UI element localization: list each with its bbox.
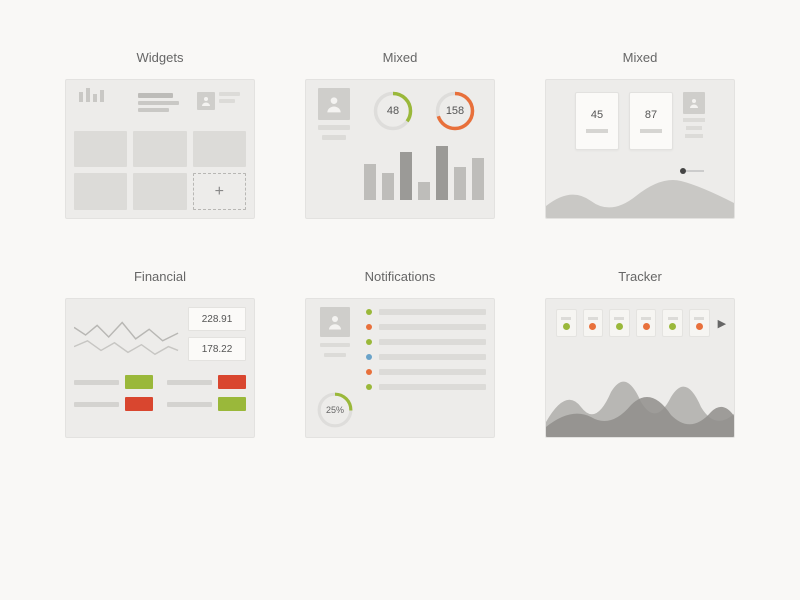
badge (609, 309, 630, 337)
cell-financial: Financial 228.91 178.22 (60, 269, 260, 438)
title-mixed-2: Mixed (623, 50, 658, 65)
badge (556, 309, 577, 337)
profile-panel (314, 88, 354, 210)
add-widget-button[interactable]: + (193, 173, 246, 210)
list-item (366, 369, 486, 375)
card-mixed-2[interactable]: 45 87 (545, 79, 735, 219)
data-point-icon (680, 168, 686, 174)
cell-mixed-1: Mixed 48 158 (300, 50, 500, 219)
value-a: 228.91 (188, 307, 246, 331)
widget-placeholder (74, 173, 127, 210)
list-item (366, 309, 486, 315)
stat-a-value: 45 (591, 109, 603, 121)
badge (583, 309, 604, 337)
person-icon (683, 92, 705, 114)
chip-green (125, 375, 153, 389)
person-icon (197, 92, 215, 110)
profile-mini (683, 92, 705, 150)
line-chart (74, 307, 180, 365)
widget-profile (193, 88, 246, 125)
person-icon (318, 88, 350, 120)
gauge-value: 25% (316, 391, 354, 429)
template-grid: Widgets (60, 50, 740, 438)
widget-placeholder (133, 173, 186, 210)
list-item (366, 354, 486, 360)
list-item (366, 324, 486, 330)
stat-card-a: 45 (575, 92, 619, 150)
title-tracker: Tracker (618, 269, 662, 284)
title-financial: Financial (134, 269, 186, 284)
stat-b-value: 87 (645, 109, 657, 121)
title-notifications: Notifications (365, 269, 436, 284)
card-mixed-1[interactable]: 48 158 (305, 79, 495, 219)
legend-rows (74, 375, 246, 411)
list-item (366, 384, 486, 390)
value-b: 178.22 (188, 337, 246, 361)
gauge-b: 158 (434, 90, 476, 132)
badge-row: ▶ (554, 307, 726, 337)
badge (689, 309, 710, 337)
card-notifications[interactable]: 25% (305, 298, 495, 438)
badge (662, 309, 683, 337)
card-tracker[interactable]: ▶ (545, 298, 735, 438)
gauge-a-value: 48 (372, 90, 414, 132)
badge (636, 309, 657, 337)
notification-list (366, 307, 486, 429)
cell-tracker: Tracker ▶ (540, 269, 740, 438)
gauge-a: 48 (372, 90, 414, 132)
wave-chart (546, 166, 735, 218)
area-chart (546, 357, 735, 437)
cell-widgets: Widgets (60, 50, 260, 219)
next-arrow-icon[interactable]: ▶ (718, 317, 726, 330)
widget-mini-chart (74, 88, 127, 125)
plus-icon: + (215, 183, 224, 201)
person-icon (320, 307, 350, 337)
cell-mixed-2: Mixed 45 87 (540, 50, 740, 219)
gauge-b-value: 158 (434, 90, 476, 132)
list-item (366, 339, 486, 345)
widget-placeholder (193, 131, 246, 168)
title-mixed-1: Mixed (383, 50, 418, 65)
chip-red (125, 397, 153, 411)
progress-gauge: 25% (316, 391, 354, 429)
stat-card-b: 87 (629, 92, 673, 150)
widget-text-block (133, 88, 186, 125)
title-widgets: Widgets (137, 50, 184, 65)
card-widgets[interactable]: + (65, 79, 255, 219)
widget-placeholder (74, 131, 127, 168)
widget-placeholder (133, 131, 186, 168)
bar-chart (362, 140, 486, 200)
chip-red (218, 375, 246, 389)
chip-green (218, 397, 246, 411)
card-financial[interactable]: 228.91 178.22 (65, 298, 255, 438)
cell-notifications: Notifications 25% (300, 269, 500, 438)
